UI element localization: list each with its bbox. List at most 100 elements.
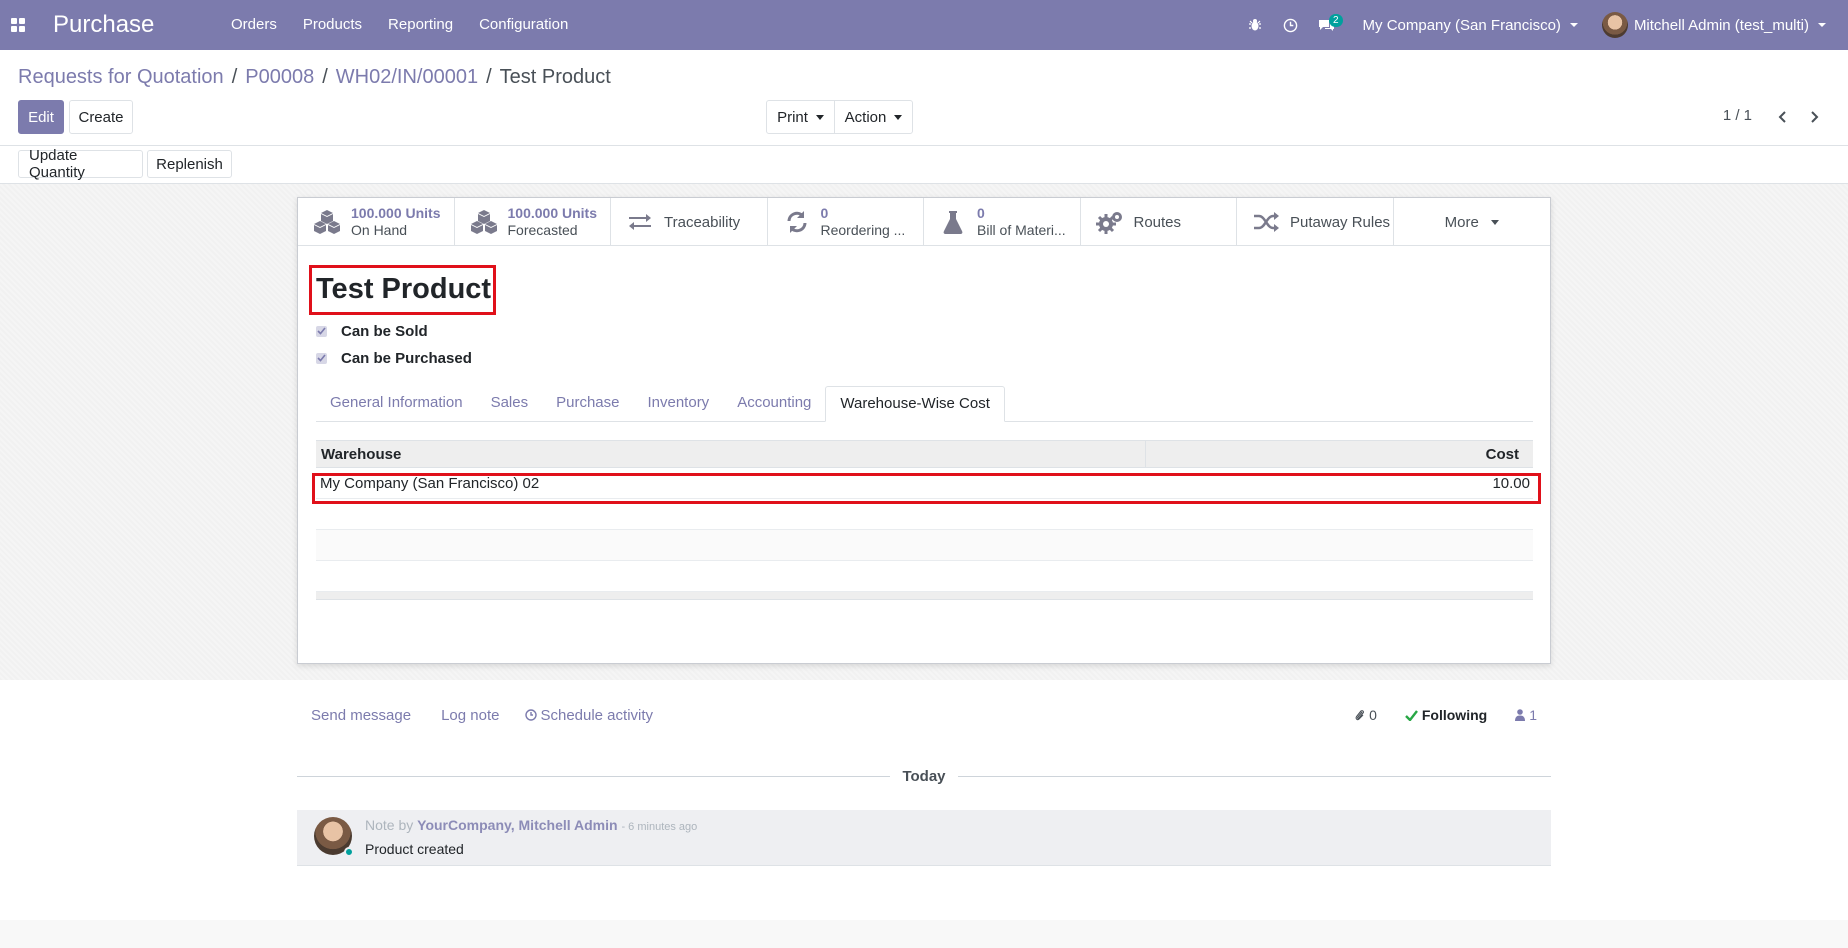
caret-down-icon xyxy=(894,114,903,120)
clock-icon xyxy=(525,709,538,721)
can-be-sold-checkbox[interactable] xyxy=(316,325,327,337)
following-button[interactable]: Following xyxy=(1405,707,1487,723)
debug-bug-icon[interactable] xyxy=(1237,0,1273,50)
breadcrumb: Requests for Quotation / P00008 / WH02/I… xyxy=(18,66,611,89)
tab-general-information[interactable]: General Information xyxy=(316,386,477,421)
caret-down-icon xyxy=(1490,219,1499,225)
paperclip-icon xyxy=(1355,710,1365,721)
pager-value[interactable]: 1 / 1 xyxy=(1723,107,1752,124)
flask-icon xyxy=(938,207,968,237)
date-separator-label: Today xyxy=(902,767,946,785)
on-hand-value: 100.000 Units xyxy=(351,205,441,221)
update-quantity-button[interactable]: Update Quantity xyxy=(18,147,143,181)
tab-inventory[interactable]: Inventory xyxy=(633,386,723,421)
menu-reporting[interactable]: Reporting xyxy=(375,0,466,50)
user-avatar xyxy=(1601,12,1628,38)
pager-next-icon[interactable] xyxy=(1803,102,1825,132)
cogs-icon xyxy=(1095,207,1125,237)
company-switcher[interactable]: My Company (San Francisco) xyxy=(1345,17,1594,34)
message-body: Product created xyxy=(365,841,464,857)
forecasted-label: Forecasted xyxy=(507,222,578,238)
breadcrumb-separator: / xyxy=(486,66,492,88)
attachment-count: 0 xyxy=(1369,707,1377,723)
notebook-tabs: General Information Sales Purchase Inven… xyxy=(316,386,1533,422)
column-warehouse[interactable]: Warehouse xyxy=(316,441,1146,467)
messaging-comments-icon[interactable]: 2 xyxy=(1309,0,1345,50)
routes-stat-button[interactable]: Routes xyxy=(1081,198,1237,246)
check-icon xyxy=(1405,709,1418,721)
log-note-button[interactable]: Log note xyxy=(441,707,499,724)
tab-accounting[interactable]: Accounting xyxy=(723,386,825,421)
more-stat-button[interactable]: More xyxy=(1394,198,1551,246)
warehouse-cost-table: Warehouse Cost My Company (San Francisco… xyxy=(316,440,1533,600)
user-icon xyxy=(1515,709,1526,721)
replenish-button[interactable]: Replenish xyxy=(147,150,232,178)
edit-button[interactable]: Edit xyxy=(18,100,64,134)
reordering-stat-button[interactable]: 0 Reordering ... xyxy=(768,198,924,246)
traceability-stat-button[interactable]: Traceability xyxy=(611,198,768,246)
forecasted-value: 100.000 Units xyxy=(507,205,598,221)
followers-button[interactable]: 1 xyxy=(1515,707,1537,723)
app-name[interactable]: Purchase xyxy=(53,11,218,39)
reordering-value: 0 xyxy=(820,205,829,221)
pager-previous-icon[interactable] xyxy=(1772,102,1794,132)
empty-row xyxy=(316,530,1533,561)
cubes-icon xyxy=(312,207,342,237)
bom-stat-button[interactable]: 0 Bill of Materi... xyxy=(924,198,1081,246)
message-count-badge: 2 xyxy=(1328,14,1343,27)
breadcrumb-po[interactable]: P00008 xyxy=(245,66,314,89)
forecasted-stat-button[interactable]: 100.000 Units Forecasted xyxy=(455,198,611,246)
company-name: My Company (San Francisco) xyxy=(1362,16,1561,34)
user-menu[interactable]: Mitchell Admin (test_multi) xyxy=(1594,12,1848,38)
menu-orders[interactable]: Orders xyxy=(218,0,290,50)
date-separator: Today xyxy=(297,766,1551,786)
message-author[interactable]: YourCompany, Mitchell Admin xyxy=(417,817,617,833)
more-label: More xyxy=(1444,213,1479,231)
putaway-rules-label: Putaway Rules xyxy=(1290,213,1391,231)
breadcrumb-picking[interactable]: WH02/IN/00001 xyxy=(336,66,478,89)
chevron-down-icon xyxy=(1569,23,1578,27)
chevron-down-icon xyxy=(1818,23,1826,27)
breadcrumb-separator: / xyxy=(322,66,328,88)
tab-warehouse-wise-cost[interactable]: Warehouse-Wise Cost xyxy=(825,386,1005,422)
caret-down-icon xyxy=(815,114,824,120)
product-title[interactable]: Test Product xyxy=(316,273,491,306)
can-be-purchased-label: Can be Purchased xyxy=(341,349,472,367)
schedule-activity-label: Schedule activity xyxy=(540,706,654,724)
schedule-activity-button[interactable]: Schedule activity xyxy=(525,707,653,724)
bom-value: 0 xyxy=(977,205,985,221)
on-hand-stat-button[interactable]: 100.000 Units On Hand xyxy=(298,198,455,246)
menu-products[interactable]: Products xyxy=(290,0,375,50)
putaway-rules-stat-button[interactable]: Putaway Rules xyxy=(1237,198,1394,246)
can-be-purchased-checkbox[interactable] xyxy=(316,352,327,364)
form-sheet: 100.000 Units On Hand 100.000 Units Fore… xyxy=(297,197,1551,664)
column-cost[interactable]: Cost xyxy=(1146,446,1533,463)
menu-configuration[interactable]: Configuration xyxy=(466,0,581,50)
attachments-button[interactable]: 0 xyxy=(1355,707,1377,723)
apps-menu-icon[interactable] xyxy=(0,0,36,50)
control-panel: Requests for Quotation / P00008 / WH02/I… xyxy=(0,50,1848,146)
print-dropdown[interactable]: Print xyxy=(766,100,835,134)
row-highlight-box xyxy=(312,473,1541,504)
chatter: Send message Log note Schedule activity … xyxy=(297,690,1551,866)
top-navbar: Purchase Orders Products Reporting Confi… xyxy=(0,0,1848,50)
breadcrumb-separator: / xyxy=(231,66,238,88)
on-hand-label: On Hand xyxy=(351,222,408,238)
send-message-button[interactable]: Send message xyxy=(311,707,411,724)
create-button[interactable]: Create xyxy=(69,100,133,134)
bom-label: Bill of Materi... xyxy=(977,222,1066,238)
refresh-icon xyxy=(782,207,812,237)
action-label: Action xyxy=(844,108,887,126)
tab-purchase[interactable]: Purchase xyxy=(542,386,633,421)
message-header: Note by YourCompany, Mitchell Admin - 6 … xyxy=(365,817,697,833)
activity-clock-icon[interactable] xyxy=(1273,0,1309,50)
cubes-icon xyxy=(469,207,499,237)
chatter-message: Note by YourCompany, Mitchell Admin - 6 … xyxy=(297,810,1551,866)
routes-label: Routes xyxy=(1133,213,1182,231)
breadcrumb-rfq[interactable]: Requests for Quotation xyxy=(18,66,224,89)
action-dropdown[interactable]: Action xyxy=(834,100,913,134)
user-name: Mitchell Admin (test_multi) xyxy=(1633,16,1809,34)
tab-sales[interactable]: Sales xyxy=(477,386,543,421)
smart-button-box: 100.000 Units On Hand 100.000 Units Fore… xyxy=(298,198,1550,246)
can-be-sold-label: Can be Sold xyxy=(341,322,428,340)
